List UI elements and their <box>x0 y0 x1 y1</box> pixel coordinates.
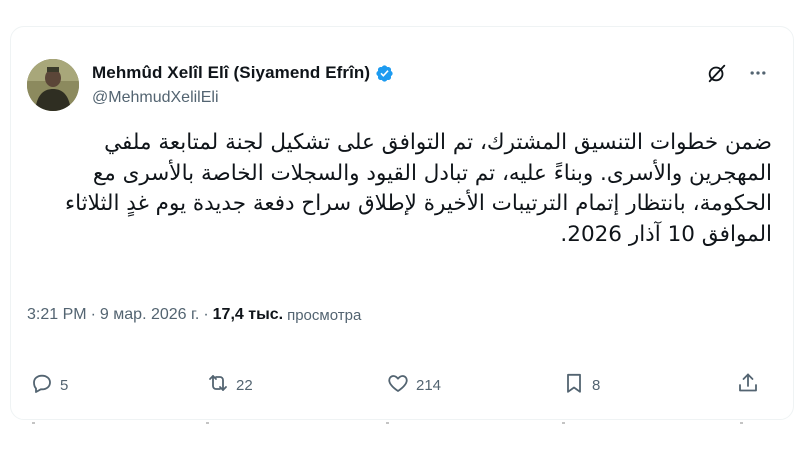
repost-button[interactable]: 22 <box>206 368 253 402</box>
share-icon <box>736 371 760 399</box>
repost-icon <box>206 371 230 399</box>
reply-button[interactable]: 5 <box>30 368 68 402</box>
tweet-meta: 3:21 PM · 9 мар. 2026 г. · 17,4 тыс. про… <box>27 306 361 324</box>
avatar[interactable] <box>27 59 79 111</box>
tweet-date[interactable]: 9 мар. 2026 г. <box>100 306 199 324</box>
like-count: 214 <box>416 376 442 394</box>
author-name[interactable]: Mehmûd Xelîl Elî (Siyamend Efrîn) <box>92 63 370 83</box>
bookmark-button[interactable]: 8 <box>562 368 600 402</box>
tweet-text: ضمن خطوات التنسيق المشترك، تم التوافق عل… <box>64 130 772 247</box>
share-button[interactable] <box>736 368 760 402</box>
action-bar: 5 22 214 8 <box>30 368 770 402</box>
divider-mark <box>562 422 565 424</box>
grok-icon[interactable] <box>706 62 728 84</box>
views-label: просмотра <box>287 306 362 324</box>
verified-badge-icon <box>375 64 394 83</box>
bookmark-icon <box>562 371 586 399</box>
bookmark-count: 8 <box>592 376 601 394</box>
divider-mark <box>32 422 35 424</box>
divider-mark <box>206 422 209 424</box>
divider-mark <box>386 422 389 424</box>
reply-count: 5 <box>60 376 69 394</box>
repost-count: 22 <box>236 376 253 394</box>
more-icon[interactable] <box>748 63 768 83</box>
like-button[interactable]: 214 <box>386 368 441 402</box>
tweet-time[interactable]: 3:21 PM <box>27 306 87 324</box>
meta-separator-2: · <box>203 306 209 323</box>
views-count: 17,4 тыс. <box>212 306 284 323</box>
author-handle[interactable]: @MehmudXelilEli <box>92 89 219 107</box>
like-icon <box>386 371 410 399</box>
meta-separator: · <box>90 306 96 323</box>
divider-mark <box>740 422 743 424</box>
reply-icon <box>30 371 54 399</box>
